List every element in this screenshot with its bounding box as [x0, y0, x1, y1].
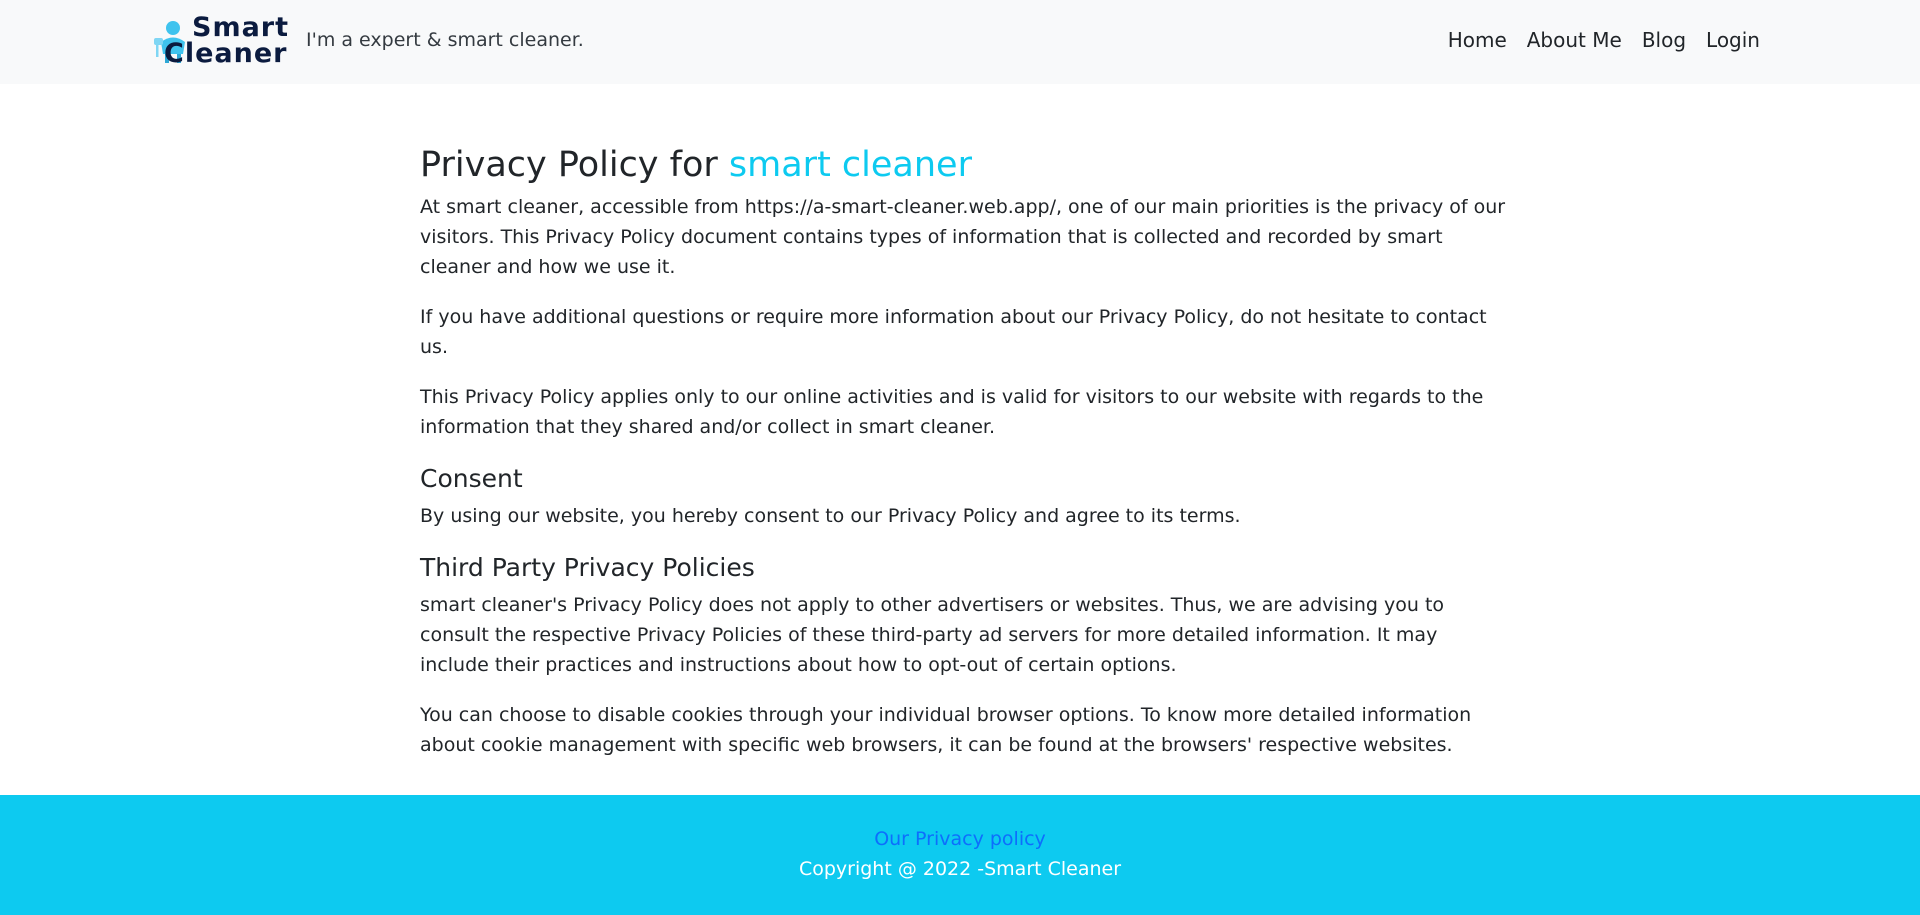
privacy-policy-link[interactable]: Our Privacy policy [0, 828, 1920, 850]
contact-paragraph: If you have additional questions or requ… [420, 306, 1487, 358]
cookies-paragraph: You can choose to disable cookies throug… [420, 704, 1472, 756]
privacy-policy-content: Privacy Policy for smart cleaner At smar… [420, 142, 1506, 780]
page-title-accent: smart cleaner [728, 145, 972, 185]
intro-paragraph: At smart cleaner, accessible from https:… [420, 196, 1506, 278]
nav-blog-link[interactable]: Blog [1642, 28, 1686, 52]
brand-wordmark: Smart Cleaner [162, 14, 289, 69]
nav-links: Home About Me Blog Login [1448, 28, 1760, 52]
nav-login-link[interactable]: Login [1706, 28, 1760, 52]
consent-heading: Consent [420, 464, 523, 493]
third-party-heading: Third Party Privacy Policies [420, 553, 755, 582]
brand-line-2: Cleaner [164, 38, 288, 69]
tagline: I'm a expert & smart cleaner. [306, 29, 584, 51]
footer: Our Privacy policy Copyright @ 2022 -Sma… [0, 795, 1920, 915]
scope-paragraph: This Privacy Policy applies only to our … [420, 386, 1484, 438]
nav-about-link[interactable]: About Me [1527, 28, 1622, 52]
brand-logo[interactable]: Smart Cleaner [152, 14, 288, 67]
consent-paragraph: By using our website, you hereby consent… [420, 505, 1241, 527]
page-title-prefix: Privacy Policy for [420, 145, 729, 185]
copyright-text: Copyright @ 2022 -Smart Cleaner [798, 858, 1122, 880]
navbar: Smart Cleaner I'm a expert & smart clean… [0, 0, 1920, 84]
third-party-paragraph: smart cleaner's Privacy Policy does not … [420, 594, 1445, 676]
page-title: Privacy Policy for smart cleaner [420, 142, 1506, 188]
nav-home-link[interactable]: Home [1448, 28, 1507, 52]
